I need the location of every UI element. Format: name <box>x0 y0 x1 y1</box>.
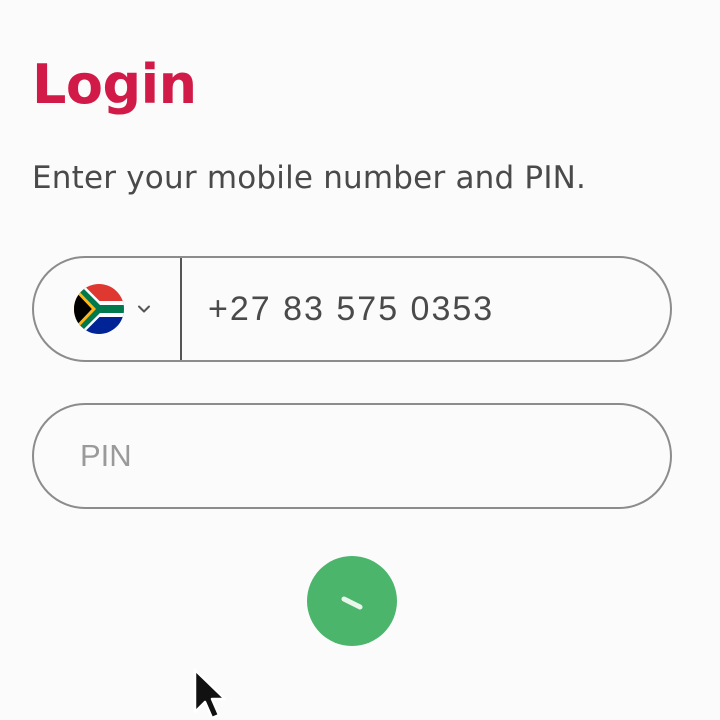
page-title: Login <box>32 53 197 116</box>
arrow-cursor-icon <box>193 668 227 720</box>
login-submit-button[interactable] <box>307 556 397 646</box>
south-africa-flag-icon <box>74 284 124 334</box>
mobile-number-input[interactable] <box>182 258 670 360</box>
page-subtitle: Enter your mobile number and PIN. <box>32 160 587 196</box>
pin-field <box>32 403 672 509</box>
country-code-picker[interactable] <box>34 258 182 360</box>
chevron-down-icon <box>138 305 150 313</box>
mobile-number-field <box>32 256 672 362</box>
spinner-icon <box>341 596 363 610</box>
pin-input[interactable] <box>34 405 670 507</box>
